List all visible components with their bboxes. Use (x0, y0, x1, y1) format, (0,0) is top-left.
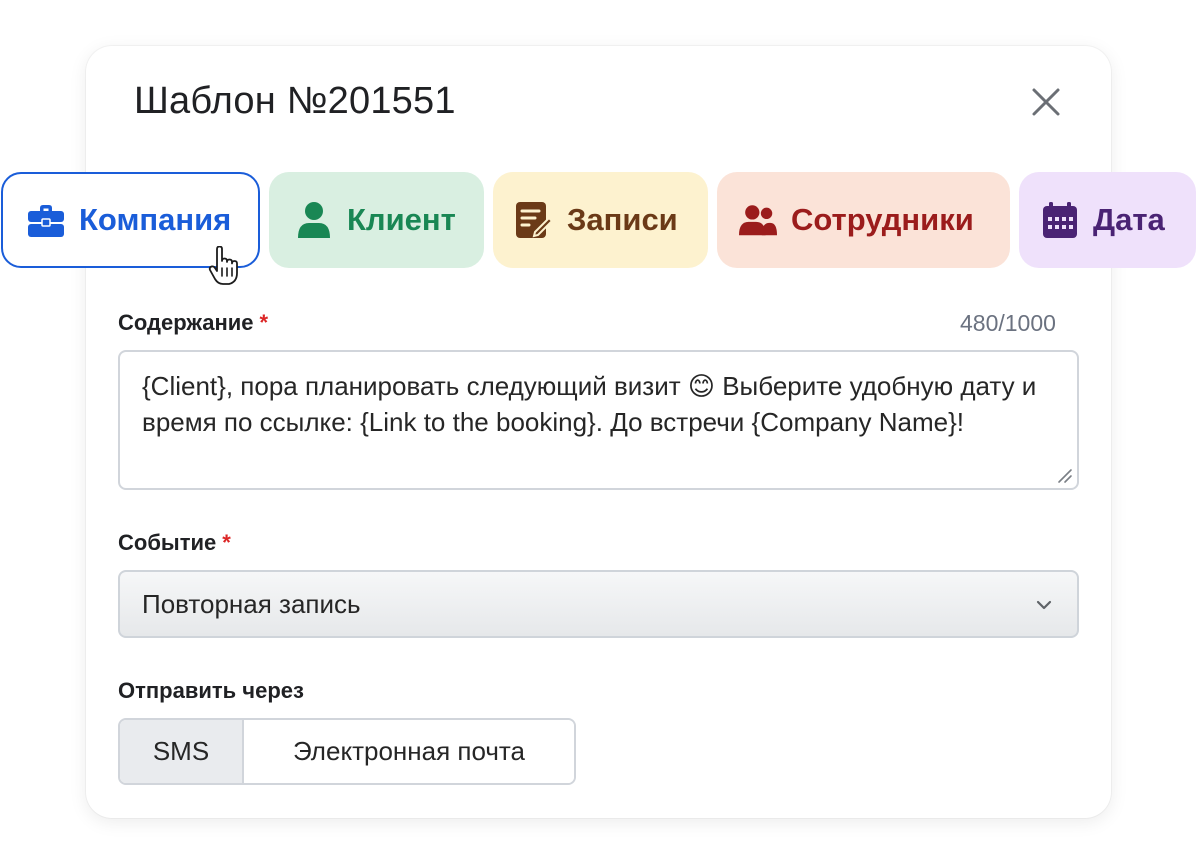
tab-label: Компания (79, 202, 232, 237)
users-icon (739, 201, 777, 239)
chevron-down-icon (1036, 600, 1052, 610)
calendar-icon (1041, 201, 1079, 239)
event-label: Событие * (118, 530, 231, 556)
edit-note-icon (515, 201, 553, 239)
event-selected-value: Повторная запись (142, 588, 361, 619)
tab-label: Сотрудники (791, 202, 974, 237)
tab-label: Клиент (347, 202, 456, 237)
required-mark: * (259, 310, 269, 335)
briefcase-icon (27, 201, 65, 239)
send-via-toggle: SMS Электронная почта (118, 718, 576, 785)
event-select[interactable]: Повторная запись (118, 570, 1079, 638)
tab-date[interactable]: Дата (1019, 172, 1196, 268)
required-mark: * (222, 530, 231, 555)
tab-client[interactable]: Клиент (269, 172, 484, 268)
modal-title: Шаблон №201551 (134, 80, 456, 122)
tab-staff[interactable]: Сотрудники (717, 172, 1010, 268)
content-label-text: Содержание (118, 310, 254, 335)
tab-label: Дата (1093, 202, 1165, 237)
char-counter: 480/1000 (960, 310, 1056, 336)
content-text: {Client}, пора планировать следующий виз… (142, 371, 1037, 437)
resize-grip-icon[interactable] (1055, 466, 1073, 484)
content-textarea[interactable]: {Client}, пора планировать следующий виз… (118, 350, 1079, 490)
close-icon (1032, 88, 1060, 116)
send-via-sms-option[interactable]: SMS (120, 720, 244, 783)
event-label-text: Событие (118, 530, 217, 555)
tab-records[interactable]: Записи (493, 172, 708, 268)
user-icon (295, 201, 333, 239)
send-via-email-option[interactable]: Электронная почта (244, 720, 574, 783)
tab-label: Записи (567, 202, 678, 237)
send-via-label: Отправить через (118, 678, 304, 703)
content-label: Содержание * (118, 310, 268, 336)
close-button[interactable] (1026, 82, 1066, 122)
hand-pointer-icon (208, 245, 244, 286)
